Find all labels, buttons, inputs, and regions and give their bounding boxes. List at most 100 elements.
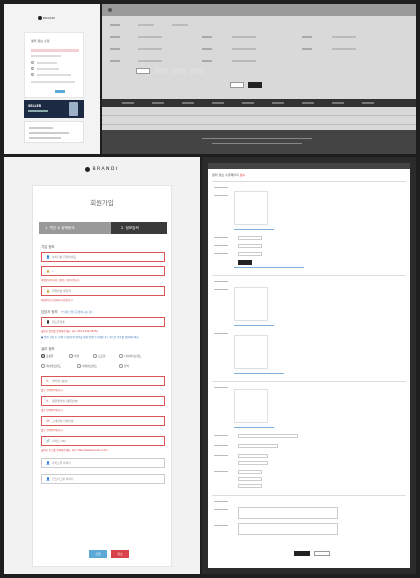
page-title: 회원가입: [90, 199, 114, 207]
brand-header: BRANDI: [4, 167, 200, 172]
radio-icon: [77, 364, 81, 368]
admin-header: [102, 4, 416, 16]
promo-banner[interactable]: SELLER: [24, 100, 84, 118]
admin-edit-form: 셀러 정보 수정페이지 필수: [208, 163, 410, 568]
brand-logo: BRANDI: [38, 16, 68, 21]
cancel-button[interactable]: 취소: [111, 550, 129, 558]
seller-name-en-error: 필수 입력항목입니다.: [41, 409, 64, 412]
seller-name-error: 필수 입력항목입니다.: [41, 389, 64, 392]
radio-shop-type[interactable]: 디자이너브랜드: [119, 354, 141, 358]
pencil-icon: ✎: [46, 399, 49, 404]
lock-icon: 🔒: [46, 289, 50, 294]
phone-error: 올바른 정보를 입력해주세요. (ex. 010-1234-5678): [41, 330, 98, 333]
manager-note: ● 입점 신청 후 브랜디 담당자와 연락을 통해 입점이 진행됩니다. 핸드폰…: [41, 336, 140, 339]
seller-name-field[interactable]: ✎ 셀러명 (상호): [41, 376, 165, 386]
radio-icon[interactable]: [31, 73, 34, 76]
password-confirm-field[interactable]: 🔒 비밀번호 재입력: [41, 286, 165, 296]
radio-icon: [119, 354, 123, 358]
kakao-id-field[interactable]: 👤 카카오톡 아이디: [41, 458, 165, 468]
password-confirm-error: 비밀번호가 일치하지 않습니다.: [41, 299, 74, 302]
radio-icon: [41, 354, 45, 358]
reset-button[interactable]: [248, 82, 262, 88]
user-icon: 👤: [46, 461, 50, 466]
radio-icon[interactable]: [31, 61, 34, 64]
admin-footer: [102, 130, 416, 154]
filter-button[interactable]: [154, 68, 168, 74]
radio-icon: [41, 364, 45, 368]
cs-phone-field[interactable]: ☏ 고객센터 전화번호: [41, 416, 165, 426]
search-button[interactable]: [230, 82, 244, 88]
save-button[interactable]: [294, 551, 310, 556]
cs-phone-error: 필수 입력항목입니다.: [41, 429, 64, 432]
radio-shop-type[interactable]: 내셔널브랜드: [77, 364, 97, 368]
mobile-row: [31, 49, 79, 52]
user-icon: 👤: [46, 255, 50, 260]
user-icon: 👤: [46, 477, 50, 482]
admin-list-panel: [102, 4, 416, 154]
radio-icon: [119, 364, 123, 368]
radio-icon: [93, 354, 97, 358]
radio-shop-type[interactable]: 뷰티: [119, 364, 129, 368]
admin-form-title: 셀러 정보 수정페이지 필수: [212, 173, 246, 177]
filter-button[interactable]: [190, 68, 204, 74]
admin-edit-panel: 셀러 정보 수정페이지 필수: [202, 157, 416, 574]
admin-topbar: [208, 163, 410, 169]
step-indicator: 1. 약관 & 정책동의 2. 정보입력: [39, 222, 167, 234]
password-error: 비밀번호의 최소 길이는 4글자입니다.: [41, 279, 81, 282]
brand-logo-icon: [85, 167, 91, 172]
radio-shop-type[interactable]: 쇼핑몰: [41, 354, 54, 358]
pencil-icon: ✎: [46, 379, 49, 384]
admin-textarea[interactable]: [238, 523, 338, 535]
filter-button[interactable]: [172, 68, 186, 74]
brand-name: BRANDI: [92, 167, 119, 172]
admin-input[interactable]: [238, 252, 262, 256]
radio-shop-type[interactable]: 로드샵: [93, 354, 106, 358]
admin-input[interactable]: [238, 470, 262, 474]
password-field[interactable]: 🔒 •: [41, 266, 165, 276]
mobile-card-title: 셀러 정보 수정: [31, 39, 50, 43]
submit-button[interactable]: 신청: [89, 550, 107, 558]
admin-input[interactable]: [238, 244, 262, 248]
seller-name-en-field[interactable]: ✎ 영문셀러명 (영문상호): [41, 396, 165, 406]
radio-shop-type[interactable]: 마켓: [69, 354, 79, 358]
admin-dark-button[interactable]: [238, 260, 252, 265]
phone-image: [69, 102, 78, 116]
section-basic-title: 가입 정보: [41, 245, 55, 249]
admin-input[interactable]: [238, 444, 278, 448]
image-upload-box[interactable]: [234, 287, 268, 321]
admin-input[interactable]: [238, 461, 268, 465]
phone-field[interactable]: 📱 핸드폰번호: [41, 317, 165, 327]
table-row[interactable]: [102, 108, 416, 116]
phone-icon: ☏: [46, 419, 50, 424]
admin-input[interactable]: [238, 236, 262, 240]
admin-input[interactable]: [238, 484, 262, 488]
link-icon: 🔗: [46, 439, 50, 444]
section-manager-title: 담당자 정보 (*실제 샵을 운영하시는 분): [41, 310, 93, 314]
admin-input[interactable]: [238, 477, 262, 481]
filter-button[interactable]: [136, 68, 150, 74]
profile-image-box[interactable]: [234, 191, 268, 225]
section-shop-title: 셀러 정보: [41, 347, 55, 351]
admin-input[interactable]: [238, 434, 298, 438]
phone-icon: 📱: [46, 320, 50, 325]
radio-shop-type[interactable]: 제너럴브랜드: [41, 364, 61, 368]
instagram-id-field[interactable]: 👤 인스타그램 아이디: [41, 474, 165, 484]
id-field[interactable]: 👤 아이디를 입력하세요: [41, 252, 165, 262]
banner-title: SELLER: [28, 104, 42, 108]
mobile-info-card: 셀러 정보 수정: [24, 32, 84, 98]
signup-panel: BRANDI 회원가입 1. 약관 & 정책동의 2. 정보입력 가입 정보 👤…: [4, 157, 200, 574]
radio-icon[interactable]: [31, 67, 34, 70]
admin-textarea[interactable]: [238, 507, 338, 519]
table-row[interactable]: [102, 117, 416, 125]
radio-icon: [69, 354, 73, 358]
site-url-field[interactable]: 🔗 사이트 URL: [41, 436, 165, 446]
mobile-preview-panel: BRANDI 셀러 정보 수정 SELLER: [4, 4, 100, 154]
image-upload-box[interactable]: [234, 389, 268, 423]
step-info: 2. 정보입력: [111, 222, 167, 234]
mobile-blue-button[interactable]: [55, 90, 65, 93]
admin-input[interactable]: [238, 454, 268, 458]
image-upload-box[interactable]: [234, 335, 268, 369]
cancel-button[interactable]: [314, 551, 330, 556]
step-terms: 1. 약관 & 정책동의: [39, 222, 117, 234]
table-header: [102, 99, 416, 107]
